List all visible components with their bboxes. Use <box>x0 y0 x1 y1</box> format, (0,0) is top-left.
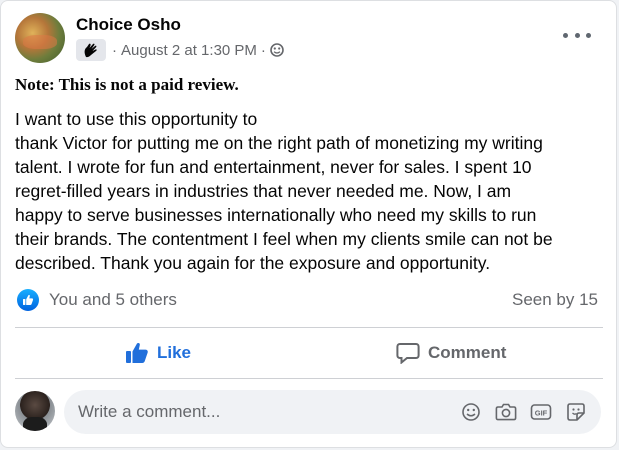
comment-button-label: Comment <box>428 343 507 362</box>
like-reaction-icon <box>17 289 39 311</box>
divider <box>15 378 603 379</box>
more-options-icon[interactable] <box>563 25 591 45</box>
sticker-icon[interactable] <box>563 399 589 425</box>
thumbs-up-icon <box>126 342 148 363</box>
meta-separator: · <box>112 41 117 59</box>
post-body: I want to use this opportunity to thank … <box>15 107 605 275</box>
comment-button[interactable]: Comment <box>396 335 506 371</box>
post-body-line: I want to use this opportunity to <box>15 109 258 129</box>
comment-placeholder[interactable]: Write a comment... <box>78 402 449 422</box>
meta-separator: · <box>260 41 266 59</box>
comment-icon <box>396 343 420 364</box>
audience-icon[interactable] <box>270 43 284 57</box>
like-button[interactable]: Like <box>125 335 191 371</box>
post-card: Choice Osho · August 2 at 1:30 PM · Note… <box>0 0 617 448</box>
divider <box>15 327 603 328</box>
current-user-avatar[interactable] <box>15 391 55 431</box>
svg-text:GIF: GIF <box>535 408 548 417</box>
group-badge-icon[interactable] <box>76 39 106 61</box>
reactions-count-text: You and 5 others <box>49 290 177 309</box>
post-body-line: regret-filled years in industries that n… <box>15 181 512 201</box>
post-body-line: their brands. The contentment I feel whe… <box>15 229 553 249</box>
like-button-label: Like <box>157 343 192 362</box>
comment-input[interactable]: Write a comment... GIF <box>64 390 601 434</box>
author-name[interactable]: Choice Osho <box>76 15 181 35</box>
seen-by-count[interactable]: Seen by 15 <box>512 290 598 310</box>
emoji-icon[interactable] <box>458 399 484 425</box>
post-body-line: described. Thank you again for the expos… <box>15 253 491 273</box>
post-body-line: talent. I wrote for fun and entertainmen… <box>15 157 532 177</box>
post-note: Note: This is not a paid review. <box>15 75 239 94</box>
gif-icon[interactable]: GIF <box>528 399 554 425</box>
reactions-summary[interactable]: You and 5 others <box>17 289 177 311</box>
post-timestamp[interactable]: August 2 at 1:30 PM <box>121 42 257 59</box>
post-body-line: thank Victor for putting me on the right… <box>15 133 543 153</box>
author-avatar[interactable] <box>15 13 65 63</box>
camera-icon[interactable] <box>493 399 519 425</box>
post-body-line: happy to serve businesses internationall… <box>15 205 537 225</box>
comment-tools: GIF <box>449 399 589 425</box>
post-meta: · August 2 at 1:30 PM · <box>76 39 284 61</box>
